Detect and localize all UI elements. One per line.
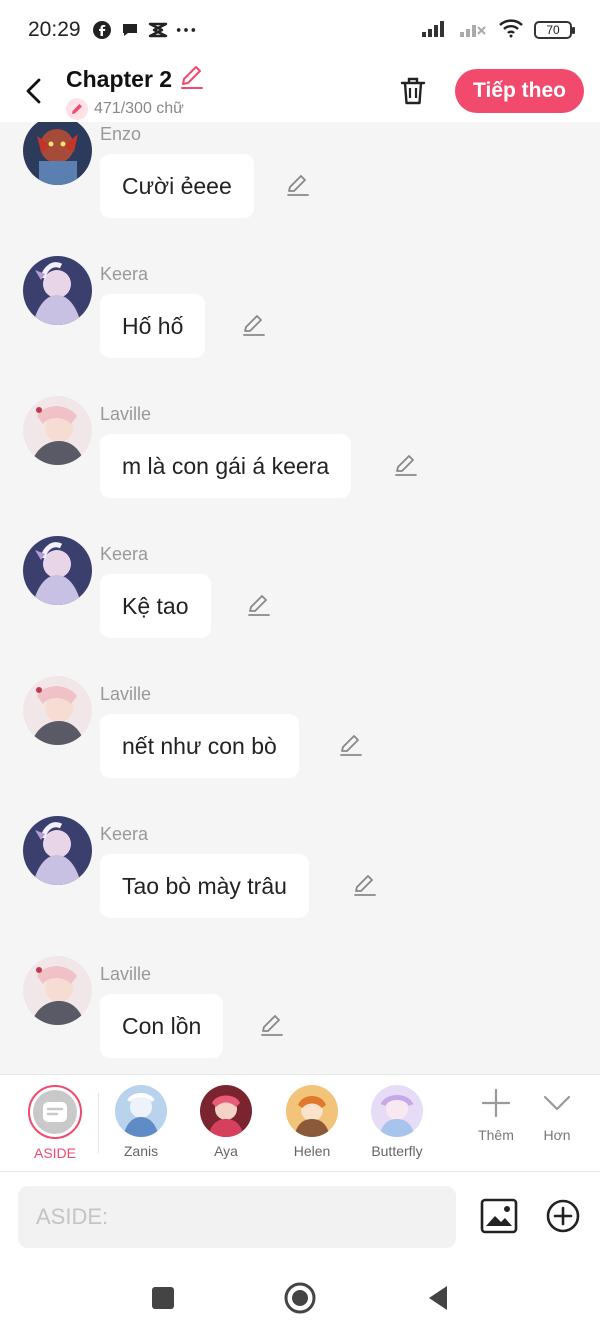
pencil-badge-icon: [66, 97, 88, 120]
sender-name: Keera: [100, 264, 149, 284]
system-nav-bar: [0, 1260, 600, 1333]
add-character-button[interactable]: Thêm: [466, 1087, 526, 1143]
battery-indicator: 70: [534, 21, 575, 39]
message-item: Enzo Cười ẻeee: [0, 122, 600, 244]
avatar-enzo[interactable]: [23, 122, 92, 185]
edit-message-icon[interactable]: [337, 731, 365, 759]
character-helen[interactable]: Helen: [272, 1085, 352, 1159]
avatar-keera[interactable]: [23, 256, 92, 325]
avatar-laville[interactable]: [23, 956, 92, 1025]
add-button[interactable]: [544, 1197, 582, 1235]
image-icon: [480, 1198, 518, 1234]
more-label: Hơn: [543, 1127, 571, 1143]
message-bubble[interactable]: nết như con bò: [100, 714, 299, 778]
home-circle-icon: [284, 1282, 316, 1314]
message-bubble[interactable]: m là con gái á keera: [100, 434, 352, 498]
avatar-laville[interactable]: [23, 676, 92, 745]
back-arrow-icon: [26, 78, 41, 104]
trash-icon: [400, 77, 426, 105]
edit-message-icon[interactable]: [258, 1011, 286, 1039]
plus-icon: [481, 1088, 511, 1118]
word-count: 471/300 chữ: [94, 99, 184, 117]
divider: [98, 1093, 99, 1153]
zanis-avatar: [115, 1085, 167, 1137]
character-bar: ASIDE Zanis Aya Helen Butterfly Thêm Hơn: [0, 1074, 600, 1172]
chapter-title: Chapter 2: [66, 65, 173, 92]
wifi-icon: [498, 18, 524, 43]
insert-image-button[interactable]: [480, 1197, 518, 1235]
character-butterfly[interactable]: Butterfly: [357, 1085, 437, 1159]
character-aya[interactable]: Aya: [186, 1085, 266, 1159]
character-label: Zanis: [123, 1143, 159, 1159]
back-button[interactable]: [4, 61, 64, 121]
character-zanis[interactable]: Zanis: [101, 1085, 181, 1159]
butterfly-avatar: [371, 1085, 423, 1137]
sender-name: Laville: [100, 404, 152, 424]
character-label: Butterfly: [371, 1143, 423, 1159]
sender-name: Keera: [100, 544, 149, 564]
character-label: Helen: [293, 1143, 331, 1159]
more-characters-button[interactable]: Hơn: [527, 1087, 587, 1143]
edit-message-icon[interactable]: [240, 311, 268, 339]
sender-name: Enzo: [100, 124, 142, 144]
message-bubble[interactable]: Hố hố: [100, 294, 206, 358]
character-label: ASIDE: [33, 1145, 76, 1161]
edit-message-icon[interactable]: [351, 871, 379, 899]
chevron-down-icon: [543, 1095, 571, 1111]
message-item: Keera Kệ tao: [0, 524, 600, 664]
message-bubble[interactable]: Kệ tao: [100, 574, 211, 638]
capcut-icon: [147, 19, 169, 41]
more-dots-icon: [175, 19, 197, 41]
edit-title-icon[interactable]: [178, 63, 206, 96]
status-bar: 20:29 70: [0, 0, 600, 60]
facebook-icon: [91, 19, 113, 41]
delete-button[interactable]: [393, 71, 433, 111]
edit-message-icon[interactable]: [284, 171, 312, 199]
plus-circle-icon: [546, 1199, 580, 1233]
back-triangle-icon: [429, 1286, 447, 1310]
character-aside[interactable]: ASIDE: [15, 1085, 95, 1161]
sender-name: Laville: [100, 964, 152, 984]
aside-avatar: [28, 1085, 82, 1139]
chat-list[interactable]: Enzo Cười ẻeee Keera Hố hố Laville m là …: [0, 122, 600, 1074]
add-label: Thêm: [478, 1127, 514, 1143]
helen-avatar: [286, 1085, 338, 1137]
aside-note-icon: [43, 1102, 67, 1122]
character-label: Aya: [214, 1143, 238, 1159]
next-button[interactable]: Tiếp theo: [455, 69, 584, 113]
input-row: [0, 1172, 600, 1260]
sender-name: Laville: [100, 684, 152, 704]
sender-name: Keera: [100, 824, 149, 844]
message-item: Laville Con lồn: [0, 944, 600, 1074]
avatar-keera[interactable]: [23, 816, 92, 885]
nav-back-button[interactable]: [418, 1278, 458, 1318]
chat-bubble-icon: [119, 19, 141, 41]
message-bubble[interactable]: Tao bò mày trâu: [100, 854, 309, 918]
recent-apps-button[interactable]: [143, 1278, 183, 1318]
message-input[interactable]: [18, 1186, 456, 1248]
signal-icon: [422, 18, 450, 43]
aya-avatar: [200, 1085, 252, 1137]
message-bubble[interactable]: Cười ẻeee: [100, 154, 254, 218]
signal-off-icon: [460, 18, 488, 43]
edit-message-icon[interactable]: [245, 591, 273, 619]
edit-message-icon[interactable]: [392, 451, 420, 479]
square-icon: [152, 1287, 174, 1309]
avatar-laville[interactable]: [23, 396, 92, 465]
status-time: 20:29: [28, 18, 81, 41]
home-button[interactable]: [280, 1278, 320, 1318]
message-item: Laville nết như con bò: [0, 664, 600, 804]
chapter-header: Chapter 2 471/300 chữ Tiếp theo: [0, 60, 600, 122]
title-block: Chapter 2 471/300 chữ: [66, 63, 206, 120]
message-item: Keera Tao bò mày trâu: [0, 804, 600, 944]
message-item: Laville m là con gái á keera: [0, 384, 600, 524]
message-bubble[interactable]: Con lồn: [100, 994, 224, 1058]
avatar-keera[interactable]: [23, 536, 92, 605]
message-item: Keera Hố hố: [0, 244, 600, 384]
